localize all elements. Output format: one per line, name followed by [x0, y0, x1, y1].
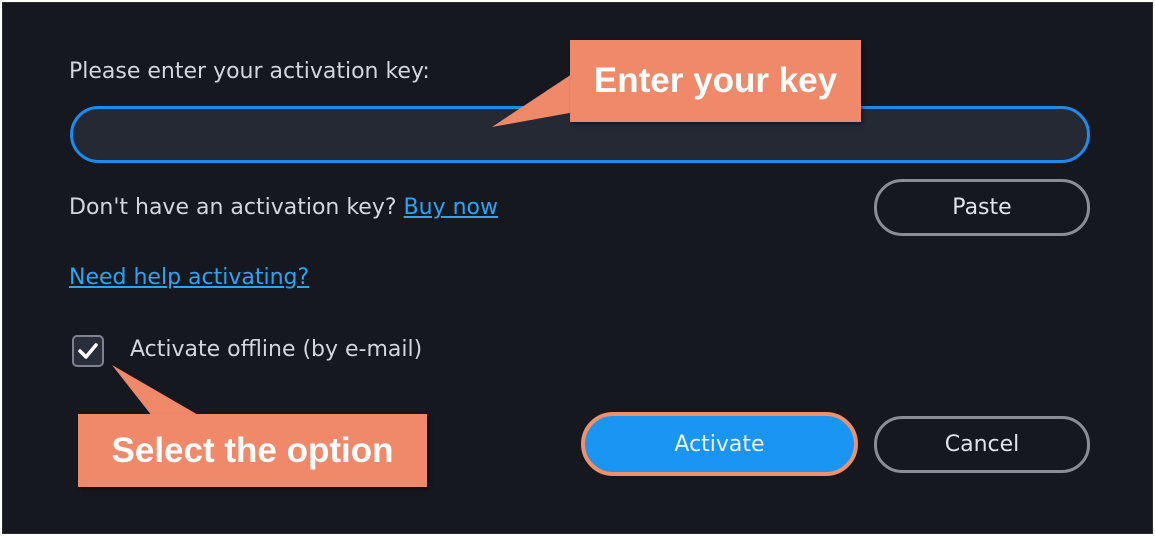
top-callout-pointer [492, 72, 575, 127]
select-option-callout: Select the option [78, 414, 427, 487]
bottom-callout-pointer [112, 365, 200, 416]
enter-key-callout: Enter your key [570, 40, 861, 122]
